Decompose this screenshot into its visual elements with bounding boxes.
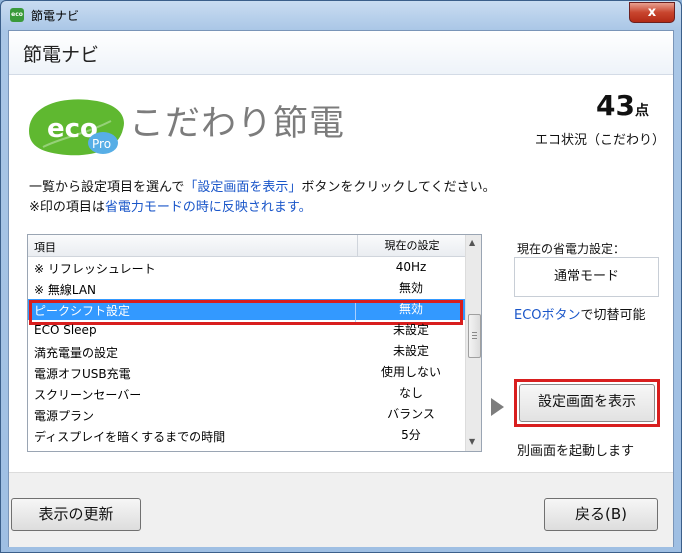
scroll-down-icon[interactable]: ▼: [469, 437, 475, 446]
scroll-up-icon[interactable]: ▲: [469, 238, 475, 247]
row-item: スクリーンセーバー: [34, 388, 142, 402]
launch-note: 別画面を起動します: [517, 444, 635, 459]
refresh-button[interactable]: 表示の更新: [11, 498, 141, 531]
row-item: 電源プラン: [34, 409, 95, 423]
row-value: なし: [398, 386, 423, 400]
page-title: 節電ナビ: [23, 44, 100, 66]
footer-bar: 表示の更新 戻る(B): [9, 472, 673, 547]
row-item: 満充電量の設定: [34, 346, 119, 360]
app-icon: eco: [10, 8, 24, 22]
settings-list[interactable]: 項目 現在の設定 ※ リフレッシュレート 40Hz ※ 無線LAN 無効 ピーク…: [27, 234, 482, 452]
row-value: 使用しない: [380, 365, 441, 379]
show-settings-button[interactable]: 設定画面を表示: [519, 384, 655, 422]
list-row[interactable]: 満充電量の設定 未設定: [28, 341, 465, 362]
logo-pro-text: Pro: [92, 137, 111, 151]
close-button[interactable]: x: [629, 2, 675, 23]
play-arrow-icon: [491, 398, 504, 416]
instruction-highlight: 「設定画面を表示」: [184, 180, 302, 195]
eco-score: 43点: [549, 89, 649, 122]
row-value: 無効: [398, 281, 423, 295]
grip-line: [472, 338, 477, 339]
instruction-highlight: 省電力モードの時に反映されます。: [104, 200, 312, 215]
grip-line: [472, 335, 477, 336]
list-row[interactable]: ※ リフレッシュレート 40Hz: [28, 257, 465, 278]
mode-title: こだわり節電: [129, 104, 346, 144]
list-row[interactable]: ECO Sleep 未設定: [28, 320, 465, 341]
window-title: 節電ナビ: [31, 9, 80, 23]
column-header-item[interactable]: 項目: [34, 239, 56, 255]
instruction-text: ボタンをクリックしてください。: [301, 180, 496, 195]
row-item: 電源オフUSB充電: [34, 367, 131, 381]
row-value: 未設定: [392, 344, 429, 358]
row-value: 40Hz: [395, 260, 427, 274]
list-header: 項目 現在の設定: [28, 235, 465, 257]
row-item: ECO Sleep: [34, 323, 97, 337]
row-item: ※ リフレッシュレート: [34, 262, 156, 276]
column-header-current[interactable]: 現在の設定: [357, 235, 466, 256]
eco-button-link: ECOボタン: [514, 308, 581, 323]
app-window: eco 節電ナビ x 節電ナビ eco Pro こだわり節電 43点 エコ状況（…: [0, 0, 682, 553]
instruction-line-1: 一覧から設定項目を選んで「設定画面を表示」ボタンをクリックしてください。: [29, 178, 496, 198]
eco-button-note: ECOボタンで切替可能: [514, 304, 646, 323]
grip-line: [472, 332, 477, 333]
title-bar[interactable]: eco 節電ナビ x: [1, 1, 681, 29]
list-scrollbar[interactable]: ▲ ▼: [465, 235, 481, 451]
row-value: 5分: [401, 428, 421, 442]
instructions: 一覧から設定項目を選んで「設定画面を表示」ボタンをクリックしてください。 ※印の…: [29, 178, 496, 218]
row-item: ディスプレイを暗くするまでの時間: [34, 430, 226, 444]
list-row[interactable]: スクリーンセーバー なし: [28, 383, 465, 404]
instruction-line-2: ※印の項目は省電力モードの時に反映されます。: [29, 198, 496, 218]
instruction-text: 一覧から設定項目を選んで: [29, 180, 185, 195]
show-settings-highlight: 設定画面を表示: [514, 379, 660, 427]
list-row[interactable]: 電源プラン バランス: [28, 404, 465, 425]
row-item: ※ 無線LAN: [34, 283, 97, 297]
list-row[interactable]: ※ 無線LAN 無効: [28, 278, 465, 299]
header-strip: 節電ナビ: [9, 31, 673, 75]
score-value: 43: [596, 89, 635, 122]
row-value: バランス: [387, 407, 435, 421]
power-mode-label: 現在の省電力設定：: [517, 242, 626, 256]
power-mode-value: 通常モード: [514, 257, 659, 297]
instruction-text: ※印の項目は: [29, 200, 105, 215]
scroll-thumb[interactable]: [468, 314, 481, 358]
row-value: 未設定: [392, 323, 429, 337]
eco-note-text: で切替可能: [580, 308, 646, 323]
eco-pro-logo: eco Pro: [29, 99, 124, 156]
list-row[interactable]: 電源オフUSB充電 使用しない: [28, 362, 465, 383]
score-unit: 点: [635, 103, 649, 119]
list-row[interactable]: ディスプレイを暗くするまでの時間 5分: [28, 425, 465, 446]
back-button[interactable]: 戻る(B): [544, 498, 658, 531]
client-area: 節電ナビ eco Pro こだわり節電 43点 エコ状況（こだわり） 一覧から設…: [8, 30, 674, 547]
score-label: エコ状況（こだわり）: [534, 133, 665, 148]
